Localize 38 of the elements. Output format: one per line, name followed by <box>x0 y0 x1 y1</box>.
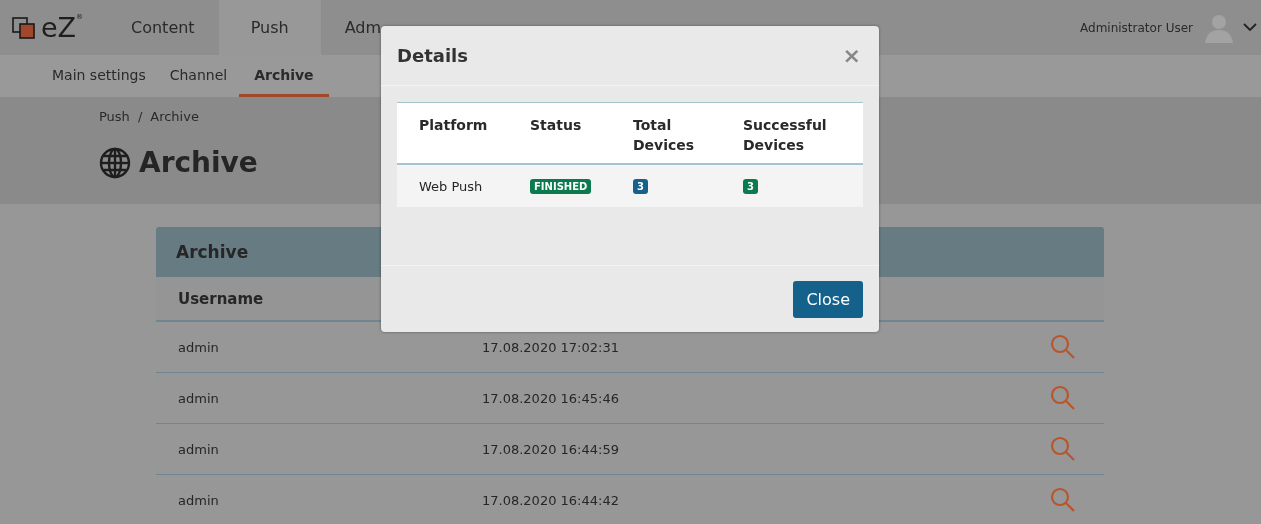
logo-text: eZ$^{®}$ <box>41 14 84 41</box>
breadcrumb-separator: / <box>137 109 143 124</box>
logo-icon <box>12 16 38 39</box>
table-cell-text: 17.08.2020 17:02:31 <box>482 339 620 355</box>
search-icon[interactable] <box>1050 334 1076 360</box>
panel-title: Archive <box>176 242 249 262</box>
nav-tab[interactable]: Push <box>218 0 321 55</box>
page-title: Archive <box>139 146 258 179</box>
column-header: Platform <box>418 116 489 135</box>
table-cell-text: 17.08.2020 16:44:59 <box>482 441 620 457</box>
status-badge: FINISHED <box>530 179 592 194</box>
table-cell-text: admin <box>178 390 220 406</box>
close-button[interactable]: × <box>840 44 863 67</box>
search-icon[interactable] <box>1050 436 1076 462</box>
chevron-down-icon[interactable] <box>1243 23 1257 32</box>
dialog-title: Details <box>397 45 468 66</box>
count-badge: 3 <box>633 179 648 194</box>
user-name[interactable]: Administrator User <box>1080 20 1193 35</box>
column-header: Total Devices <box>633 116 696 155</box>
search-icon[interactable] <box>1050 487 1076 513</box>
breadcrumb-current: Archive <box>150 109 199 124</box>
table-cell-text: Web Push <box>418 178 484 194</box>
breadcrumb-link[interactable]: Push <box>99 109 130 124</box>
subnav-tab[interactable]: Main settings <box>40 55 158 97</box>
count-badge: 3 <box>743 179 758 194</box>
close-button[interactable]: Close <box>793 280 863 318</box>
subnav-tab[interactable]: Channel <box>157 55 240 97</box>
table-cell-text: admin <box>178 441 220 457</box>
table-cell-text: admin <box>178 492 220 508</box>
table-cell-text: admin <box>178 339 220 355</box>
column-header: Successful Devices <box>743 116 828 155</box>
globe-icon <box>99 146 131 179</box>
table-cell-text: 17.08.2020 16:45:46 <box>482 390 620 406</box>
search-icon[interactable] <box>1050 385 1076 411</box>
table-cell-text: 17.08.2020 16:44:42 <box>482 492 620 508</box>
column-header: Username <box>178 289 264 308</box>
column-header: Status <box>530 116 583 135</box>
nav-tab[interactable]: Content <box>107 0 219 55</box>
